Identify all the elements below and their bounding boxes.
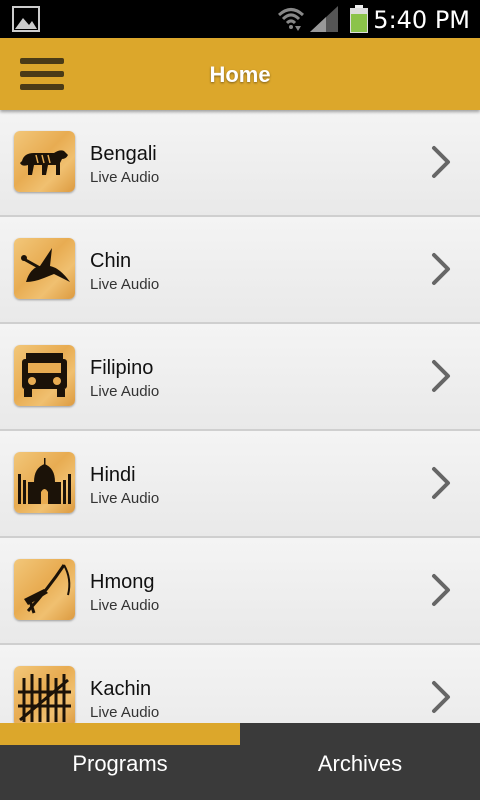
wifi-icon [277, 8, 305, 31]
tab-archives[interactable]: Archives [240, 723, 480, 800]
list-item-subtitle: Live Audio [90, 383, 160, 400]
chevron-right-icon[interactable] [430, 358, 452, 394]
list-item-subtitle: Live Audio [90, 169, 160, 186]
chevron-right-icon[interactable] [430, 679, 452, 715]
tab-indicator [240, 723, 480, 745]
status-time: 5:40 PM [373, 6, 470, 34]
list-item-title: Hmong [90, 571, 155, 593]
list-item-subtitle: Live Audio [90, 490, 160, 507]
bamboo-fence-icon [14, 666, 75, 723]
list-item-subtitle: Live Audio [90, 276, 160, 293]
chevron-right-icon[interactable] [430, 144, 452, 180]
tab-programs[interactable]: Programs [0, 723, 240, 800]
chevron-right-icon[interactable] [430, 465, 452, 501]
jeepney-icon [14, 345, 75, 406]
bird-icon [14, 238, 75, 299]
list-item-subtitle: Live Audio [90, 704, 160, 721]
list-item-kachin[interactable]: Kachin Live Audio [0, 645, 480, 723]
crossbow-icon [14, 559, 75, 620]
gallery-icon [12, 6, 40, 32]
list-item-title: Filipino [90, 357, 154, 379]
bottom-tab-bar: Programs Archives [0, 723, 480, 800]
list-item-chin[interactable]: Chin Live Audio [0, 217, 480, 324]
list-item-hindi[interactable]: Hindi Live Audio [0, 431, 480, 538]
chevron-right-icon[interactable] [430, 251, 452, 287]
page-title: Home [209, 62, 271, 87]
status-bar: 5:40 PM [0, 0, 480, 38]
program-list[interactable]: Bengali Live Audio Chin Live Audio Filip… [0, 110, 480, 723]
tab-label: Archives [317, 751, 403, 776]
list-item-filipino[interactable]: Filipino Live Audio [0, 324, 480, 431]
tab-label: Programs [72, 751, 168, 776]
list-item-title: Chin [90, 250, 132, 272]
tab-active-indicator [0, 723, 240, 745]
list-item-title: Hindi [90, 464, 136, 486]
app-header: Home [0, 38, 480, 110]
list-item-subtitle: Live Audio [90, 597, 160, 614]
signal-icon [310, 6, 338, 32]
tiger-icon [14, 131, 75, 192]
battery-icon [350, 5, 368, 33]
list-item-bengali[interactable]: Bengali Live Audio [0, 110, 480, 217]
list-item-hmong[interactable]: Hmong Live Audio [0, 538, 480, 645]
taj-mahal-icon [14, 452, 75, 513]
list-item-title: Kachin [90, 678, 152, 700]
list-item-title: Bengali [90, 143, 157, 165]
chevron-right-icon[interactable] [430, 572, 452, 608]
